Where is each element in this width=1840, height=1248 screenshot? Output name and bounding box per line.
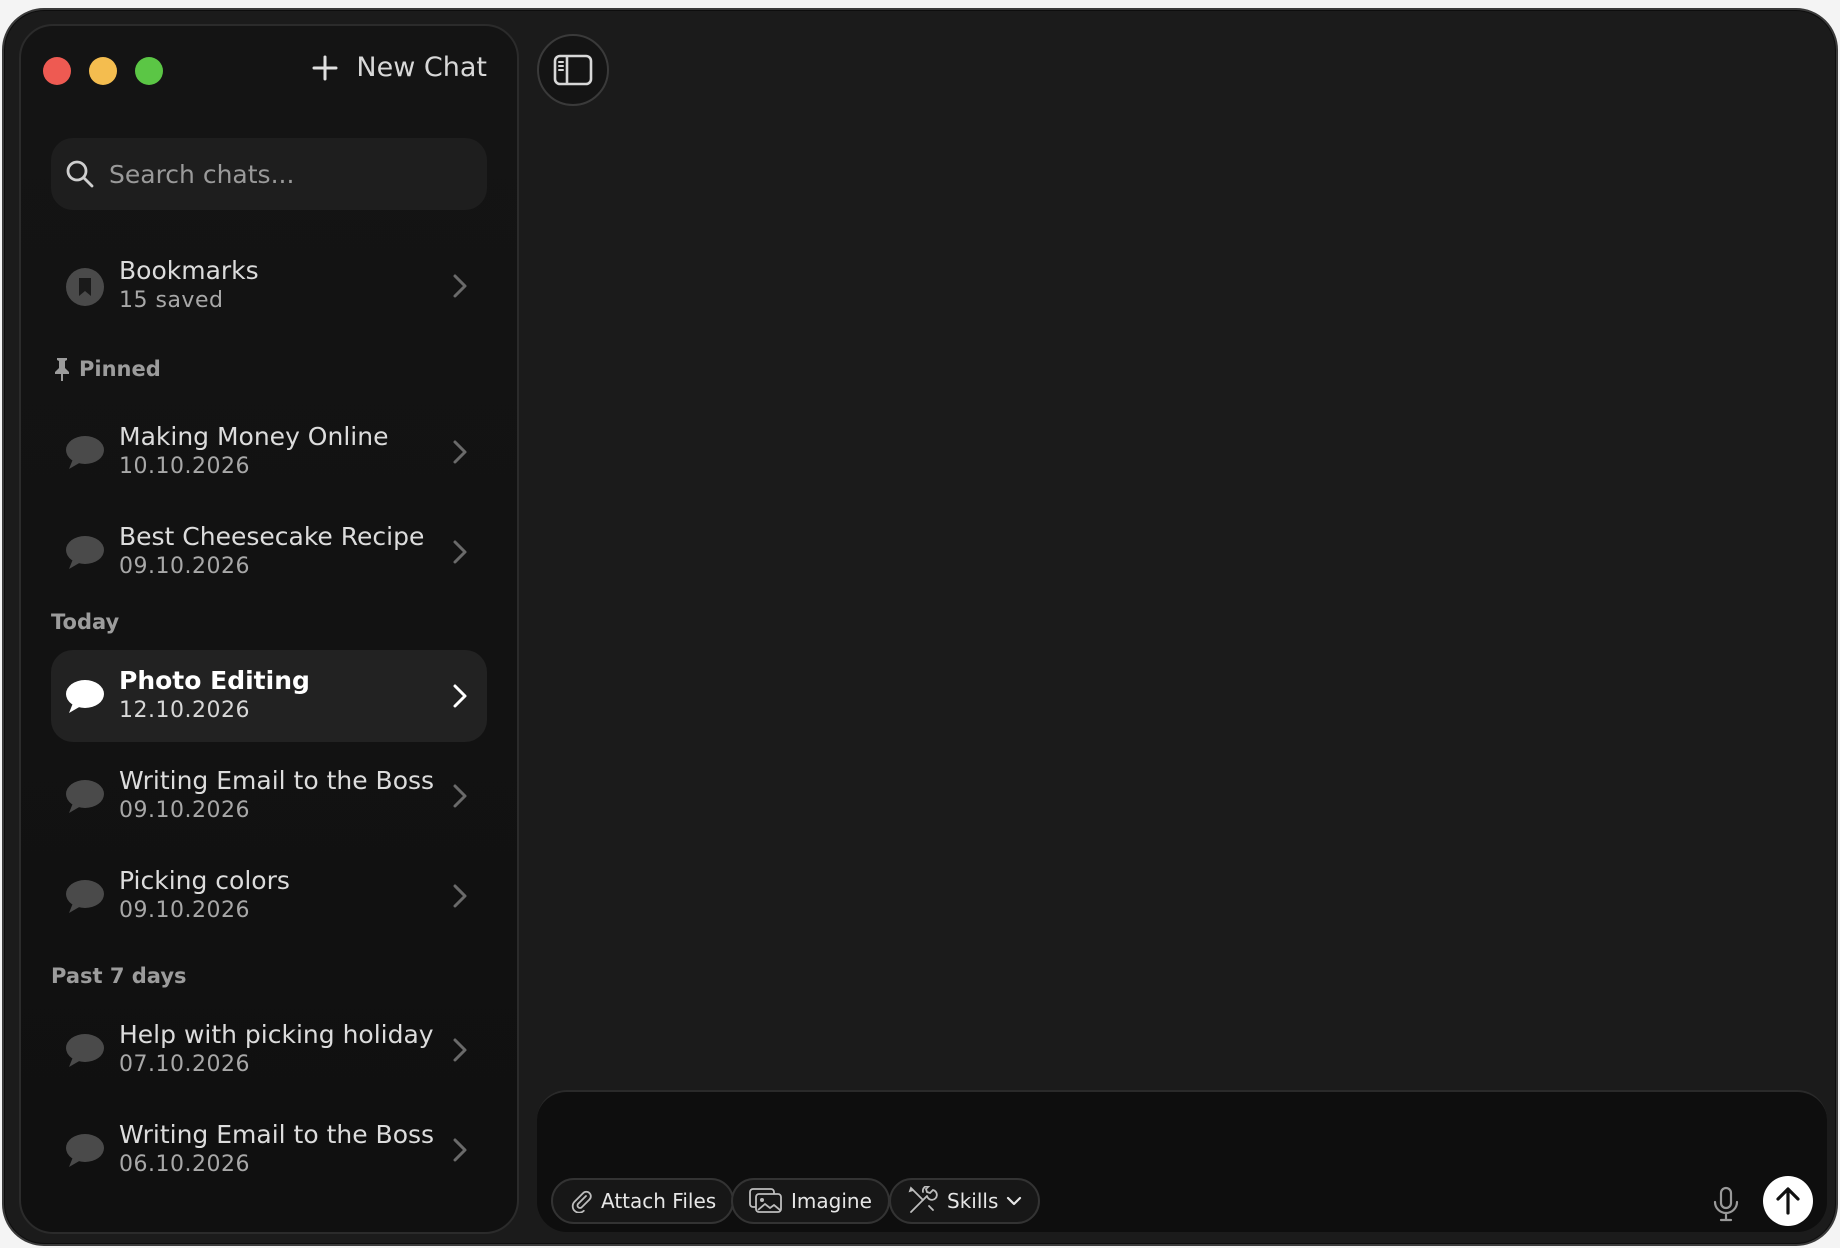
plus-icon	[312, 55, 338, 80]
attach-files-label: Attach Files	[601, 1189, 717, 1213]
new-chat-button[interactable]: New Chat	[312, 52, 487, 83]
chevron-right-icon	[453, 440, 467, 464]
chat-title: Picking colors	[119, 866, 290, 895]
paperclip-icon	[571, 1190, 592, 1213]
sidebar: New Chat Bookmarks 15 saved Pinned	[19, 24, 519, 1234]
close-window-button[interactable]	[43, 57, 71, 85]
chat-item[interactable]: Picking colors 09.10.2026	[51, 850, 487, 942]
attach-files-button[interactable]: Attach Files	[551, 1178, 735, 1224]
section-today: Today	[51, 610, 120, 634]
chat-item[interactable]: Writing Email to the Boss 09.10.2026	[51, 750, 487, 842]
chat-bubble-icon	[66, 1034, 104, 1067]
pin-icon	[55, 358, 69, 381]
maximize-window-button[interactable]	[135, 57, 163, 85]
message-composer[interactable]: Attach Files Imagine Skills	[537, 1090, 1827, 1232]
chat-date: 09.10.2026	[119, 554, 250, 579]
chat-date: 10.10.2026	[119, 454, 250, 479]
chevron-right-icon	[453, 1138, 467, 1162]
chat-date: 07.10.2026	[119, 1052, 250, 1077]
imagine-label: Imagine	[791, 1189, 872, 1213]
microphone-icon[interactable]	[1711, 1186, 1741, 1222]
chat-item[interactable]: Help with picking holiday 07.10.2026	[51, 1004, 487, 1096]
chat-date: 09.10.2026	[119, 798, 250, 823]
section-pinned: Pinned	[51, 356, 161, 382]
chat-title: Photo Editing	[119, 666, 310, 695]
minimize-window-button[interactable]	[89, 57, 117, 85]
chat-bubble-icon	[66, 1134, 104, 1167]
bookmark-icon	[66, 268, 104, 306]
chat-bubble-icon	[66, 780, 104, 813]
chevron-right-icon	[453, 540, 467, 564]
toggle-sidebar-button[interactable]	[537, 34, 609, 106]
new-chat-label: New Chat	[356, 52, 487, 83]
chat-title: Writing Email to the Boss	[119, 766, 435, 795]
tools-icon	[908, 1186, 938, 1213]
chat-bubble-icon	[66, 536, 104, 569]
arrow-up-icon	[1776, 1187, 1800, 1215]
chat-bubble-icon	[66, 680, 104, 713]
chat-item[interactable]: Making Money Online 10.10.2026	[51, 406, 487, 498]
window-controls	[43, 57, 163, 85]
chat-bubble-icon	[66, 436, 104, 469]
sidebar-toggle-icon	[553, 54, 593, 86]
chat-date: 09.10.2026	[119, 898, 250, 923]
bookmarks-title: Bookmarks	[119, 256, 259, 285]
search-icon	[66, 160, 94, 188]
chevron-right-icon	[453, 784, 467, 808]
chat-title: Help with picking holiday	[119, 1020, 434, 1049]
chat-item-active[interactable]: Photo Editing 12.10.2026	[51, 650, 487, 742]
chevron-right-icon	[453, 1038, 467, 1062]
chat-title: Making Money Online	[119, 422, 389, 451]
chat-bubble-icon	[66, 880, 104, 913]
bookmarks-item[interactable]: Bookmarks 15 saved	[51, 240, 487, 332]
imagine-button[interactable]: Imagine	[731, 1178, 890, 1224]
search-input[interactable]	[107, 158, 471, 190]
chat-title: Best Cheesecake Recipe	[119, 522, 425, 551]
chevron-right-icon	[453, 884, 467, 908]
app-window: New Chat Bookmarks 15 saved Pinned	[2, 8, 1838, 1246]
chat-item[interactable]: Writing Email to the Boss 06.10.2026	[51, 1104, 487, 1196]
chat-date: 06.10.2026	[119, 1152, 250, 1177]
bookmarks-count: 15 saved	[119, 288, 224, 313]
section-pinned-label: Pinned	[79, 357, 161, 381]
chevron-down-icon	[1007, 1196, 1022, 1206]
skills-label: Skills	[947, 1189, 999, 1213]
chat-date: 12.10.2026	[119, 698, 250, 723]
chevron-right-icon	[453, 684, 467, 708]
search-box[interactable]	[51, 138, 487, 210]
chevron-right-icon	[453, 274, 467, 298]
chat-title: Writing Email to the Boss	[119, 1120, 435, 1149]
send-button[interactable]	[1763, 1176, 1813, 1226]
section-past-7-days: Past 7 days	[51, 964, 187, 988]
image-icon	[749, 1188, 782, 1213]
chat-item[interactable]: Best Cheesecake Recipe 09.10.2026	[51, 506, 487, 598]
skills-dropdown[interactable]: Skills	[889, 1178, 1041, 1224]
